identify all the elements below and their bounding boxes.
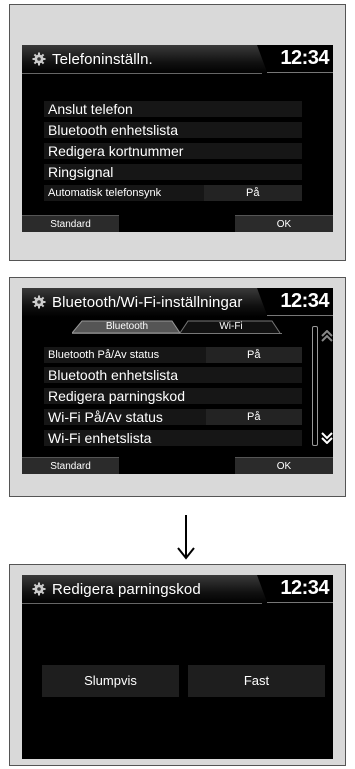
menu-item-bluetooth-status[interactable]: Bluetooth På/Av status På bbox=[44, 347, 302, 363]
default-button[interactable]: Standard bbox=[22, 457, 119, 474]
menu-item-bluetooth-device-list[interactable]: Bluetooth enhetslista bbox=[44, 367, 302, 383]
menu-item-wifi-status[interactable]: Wi-Fi På/Av status På bbox=[44, 409, 302, 425]
menu-item-label: Anslut telefon bbox=[48, 101, 133, 117]
menu-item-edit-speed-dial[interactable]: Redigera kortnummer bbox=[44, 143, 302, 159]
menu-item-label: Wi-Fi På/Av status bbox=[48, 409, 163, 425]
menu-item-value: På bbox=[246, 187, 260, 199]
down-arrow-icon bbox=[177, 515, 195, 560]
title-divider bbox=[22, 73, 262, 74]
double-chevron-down-icon[interactable] bbox=[321, 432, 333, 444]
menu-item-label: Wi-Fi enhetslista bbox=[48, 430, 152, 446]
clock-tab: 12:34 bbox=[257, 45, 333, 73]
menu-item-value: På bbox=[247, 411, 261, 423]
screen-title: Bluetooth/Wi-Fi-inställningar bbox=[52, 294, 243, 311]
screen-title: Telefoninställn. bbox=[52, 51, 153, 68]
menu-item-connect-phone[interactable]: Anslut telefon bbox=[44, 101, 302, 117]
tab-bluetooth[interactable]: Bluetooth bbox=[80, 320, 174, 333]
title-bar: Bluetooth/Wi-Fi-inställningar 12:34 bbox=[22, 288, 333, 317]
title-bar: Redigera parningskod 12:34 bbox=[22, 575, 333, 604]
menu-item-value: På bbox=[247, 349, 261, 361]
menu-item-label: Bluetooth enhetslista bbox=[48, 122, 178, 138]
menu-item-label: Ringsignal bbox=[48, 164, 114, 180]
ok-button[interactable]: OK bbox=[235, 457, 333, 474]
screen-bluetooth-wifi-settings: Bluetooth/Wi-Fi-inställningar 12:34 Blue… bbox=[22, 288, 333, 474]
default-button[interactable]: Standard bbox=[22, 215, 119, 232]
option-random-button[interactable]: Slumpvis bbox=[42, 665, 179, 697]
clock-tab: 12:34 bbox=[257, 288, 333, 316]
gear-icon bbox=[32, 582, 46, 596]
menu-item-label: Automatisk telefonsynk bbox=[48, 187, 162, 199]
menu-item-label: Bluetooth På/Av status bbox=[48, 349, 160, 361]
menu-item-auto-phone-sync[interactable]: Automatisk telefonsynk På bbox=[44, 185, 302, 201]
option-fixed-button[interactable]: Fast bbox=[188, 665, 325, 697]
gear-icon bbox=[32, 295, 46, 309]
menu-item-label: Redigera parningskod bbox=[48, 388, 185, 404]
menu-item-label: Redigera kortnummer bbox=[48, 143, 184, 159]
scrollbar[interactable] bbox=[312, 326, 318, 446]
double-chevron-up-icon[interactable] bbox=[321, 330, 333, 342]
screen-title: Redigera parningskod bbox=[52, 581, 201, 598]
screen-phone-settings: Telefoninställn. 12:34 Anslut telefon Bl… bbox=[22, 45, 333, 232]
gear-icon bbox=[32, 52, 46, 66]
clock-tab: 12:34 bbox=[257, 575, 333, 603]
menu-item-ringtone[interactable]: Ringsignal bbox=[44, 164, 302, 180]
menu-item-label: Bluetooth enhetslista bbox=[48, 367, 178, 383]
menu-item-edit-pairing-code[interactable]: Redigera parningskod bbox=[44, 388, 302, 404]
screen-edit-pairing-code: Redigera parningskod 12:34 Slumpvis Fast bbox=[22, 575, 333, 759]
title-bar: Telefoninställn. 12:34 bbox=[22, 45, 333, 74]
menu-item-bluetooth-device-list[interactable]: Bluetooth enhetslista bbox=[44, 122, 302, 138]
title-divider bbox=[22, 603, 262, 604]
clock: 12:34 bbox=[280, 47, 329, 69]
tab-wifi[interactable]: Wi-Fi bbox=[186, 320, 276, 333]
clock: 12:34 bbox=[280, 290, 329, 312]
tab-bar: Bluetooth Wi-Fi bbox=[72, 320, 282, 334]
ok-button[interactable]: OK bbox=[235, 215, 333, 232]
menu-item-wifi-device-list[interactable]: Wi-Fi enhetslista bbox=[44, 430, 302, 446]
clock: 12:34 bbox=[280, 577, 329, 599]
